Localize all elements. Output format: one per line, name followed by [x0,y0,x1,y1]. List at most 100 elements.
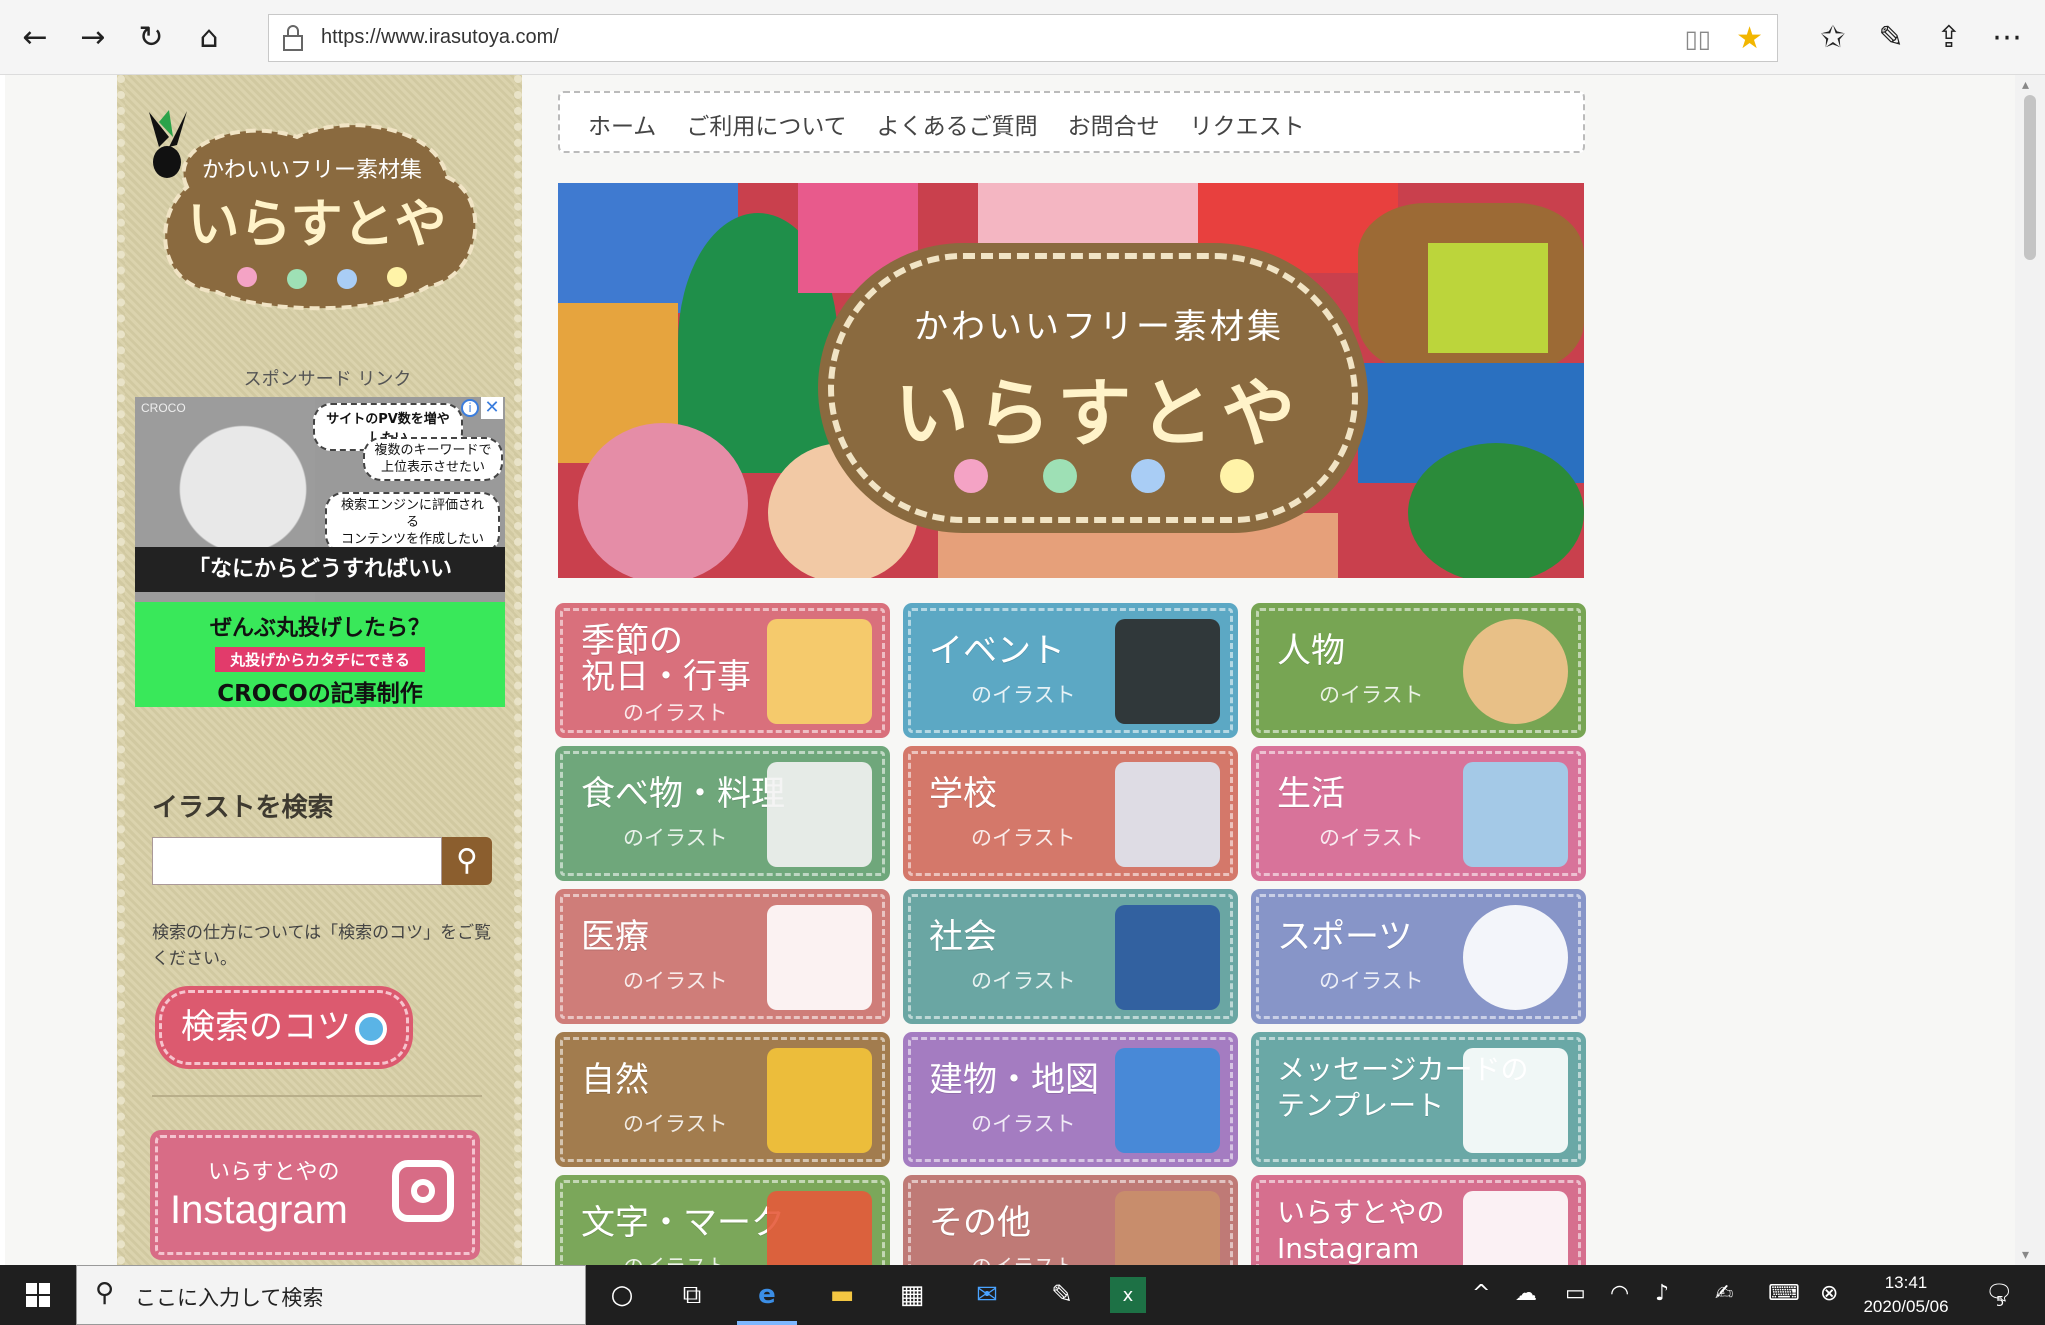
pen-icon[interactable]: ✎ [1866,12,1916,62]
system-clock[interactable]: 13:41 2020/05/06 [1856,1271,1956,1319]
favorites-icon[interactable]: ✩ [1808,12,1858,62]
site-logo[interactable]: かわいいフリー素材集 いらすとや [147,107,487,317]
category-tile[interactable]: スポーツ のイラスト [1256,894,1581,1019]
category-title: 学校 [929,774,997,814]
nav-link[interactable]: よくあるご質問 [877,107,1038,141]
paint-icon[interactable]: ✎ [1040,1273,1084,1317]
clock-date: 2020/05/06 [1863,1297,1949,1316]
category-title: 文字・マーク [581,1203,785,1243]
instagram-button[interactable]: いらすとやの Instagram [155,1135,475,1255]
url-text[interactable]: https://www.irasutoya.com/ [321,26,559,49]
ad-title: CROCOの記事制作 [217,681,423,707]
web-page: かわいいフリー素材集 いらすとや スポンサード リンク CROCO i ✕ サイ… [5,75,2015,1265]
category-tile[interactable]: 食べ物・料理 のイラスト [560,751,885,876]
category-illustration [1463,905,1568,1010]
taskbar-search-placeholder: ここに入力して検索 [135,1286,324,1310]
category-tile[interactable]: その他のイラスト [908,1180,1233,1265]
advertisement-banner[interactable]: CROCO i ✕ サイトのPV数を増やしたい 複数のキーワードで上位表示させた… [135,397,505,707]
forward-icon[interactable]: → [68,12,118,62]
share-icon[interactable]: ⇪ [1924,12,1974,62]
category-subtitle: のイラスト [1319,826,1424,850]
pen-workspace-icon[interactable]: ✍ [1715,1281,1733,1306]
excel-icon[interactable]: x [1110,1277,1146,1313]
category-tile[interactable]: 社会 のイラスト [908,894,1233,1019]
category-tile[interactable]: メッセージカードの テンプレート [1256,1037,1581,1162]
tray-chevron-icon[interactable]: ^ [1472,1281,1490,1306]
category-tile[interactable]: 季節の 祝日・行事 のイラスト [560,608,885,733]
battery-icon[interactable]: ▭ [1565,1281,1586,1306]
scroll-down-icon[interactable]: ▾ [2022,1247,2029,1263]
ime-off-icon[interactable]: ⊗ [1820,1281,1838,1306]
taskbar-search-box[interactable]: ⚲ ここに入力して検索 [76,1265,586,1325]
category-subtitle: のイラスト [623,701,728,725]
category-tile[interactable]: 建物・地図 のイラスト [908,1037,1233,1162]
wifi-icon[interactable]: ◠ [1610,1281,1629,1306]
category-tile[interactable]: 自然 のイラスト [560,1037,885,1162]
category-tile[interactable]: 医療 のイラスト [560,894,885,1019]
instagram-camera-icon [392,1160,454,1222]
windows-start-icon[interactable] [0,1265,76,1325]
ad-close-icon[interactable]: ✕ [481,397,503,419]
reading-view-icon[interactable]: ▯▯ [1685,25,1711,53]
notification-count: 5 [1996,1295,2005,1310]
hero-logo-cloud: かわいいフリー素材集 いらすとや [828,253,1358,523]
nav-link[interactable]: リクエスト [1190,107,1305,141]
mail-icon[interactable]: ✉ [965,1273,1009,1317]
store-icon[interactable]: ▦ [890,1273,934,1317]
volume-icon[interactable]: ♪ [1655,1281,1669,1306]
ad-tagline: ぜんぶ丸投げしたら？ [209,616,430,641]
search-tips-button[interactable]: 検索のコツ [159,990,409,1065]
category-tile[interactable]: 生活のイラスト [1256,751,1581,876]
instagram-small-text: いらすとやの [208,1160,340,1185]
keyboard-icon[interactable]: ⌨ [1768,1281,1800,1306]
category-title: 社会 [929,917,997,957]
home-icon[interactable]: ⌂ [184,12,234,62]
category-subtitle: のイラスト [1319,969,1424,993]
category-title: 生活 [1277,774,1345,814]
category-subtitle: のイラスト [623,1251,728,1265]
flower-icon [1042,459,1077,493]
file-explorer-icon[interactable]: ▬ [820,1273,864,1317]
more-icon[interactable]: ⋯ [1982,12,2032,62]
category-tile[interactable]: 学校 のイラスト [908,751,1233,876]
favorite-star-icon[interactable]: ★ [1736,21,1763,56]
ad-badge: 丸投げからカタチにできる [215,647,425,672]
nav-link[interactable]: ご利用について [686,107,846,141]
cortana-icon[interactable]: ○ [600,1273,644,1317]
ad-green-panel: ぜんぶ丸投げしたら？ 丸投げからカタチにできる CROCOの記事制作 [135,602,505,707]
ad-bubble-line: 複数のキーワードで [374,443,492,458]
nav-link[interactable]: お問合せ [1068,107,1160,141]
category-subtitle: のイラスト [1319,683,1424,707]
category-subtitle: のイラスト [971,683,1076,707]
ad-bubble-line: 検索エンジンに評価される [340,498,484,530]
category-illustration [767,762,872,867]
category-title: 医療 [581,917,649,957]
scroll-thumb[interactable] [2024,95,2036,260]
edge-icon[interactable]: e [745,1273,789,1317]
sponsored-link-label: スポンサード リンク [243,369,412,390]
category-title: 建物・地図 [929,1060,1099,1100]
category-tile[interactable]: イベント のイラスト [908,608,1233,733]
search-icon: ⚲ [456,843,478,878]
category-title: その他 [929,1203,1031,1243]
scroll-up-icon[interactable]: ▴ [2022,77,2029,93]
nav-link[interactable]: ホーム [588,107,656,141]
task-view-icon[interactable]: ⧉ [670,1273,714,1317]
search-icon: ⚲ [95,1278,115,1308]
back-icon[interactable]: ← [10,12,60,62]
flower-icon [954,459,988,493]
refresh-icon[interactable]: ↻ [126,12,176,62]
search-input[interactable] [152,837,442,885]
category-tile[interactable]: いらすとやの Instagram [1256,1180,1581,1265]
category-tile[interactable]: 文字・マークのイラスト [560,1180,885,1265]
ad-info-icon[interactable]: i [461,399,479,417]
page-scrollbar[interactable]: ▴ ▾ [2015,75,2045,1265]
category-illustration [767,1048,872,1153]
ad-headline: 「なにからどうすればいいの・・・？」 [135,547,505,627]
onedrive-icon[interactable]: ☁ [1515,1281,1537,1306]
hero-banner[interactable]: かわいいフリー素材集 いらすとや [558,183,1584,578]
address-bar[interactable]: https://www.irasutoya.com/ ▯▯ ★ [268,14,1778,62]
category-tile[interactable]: 人物 のイラスト [1256,608,1581,733]
search-button[interactable]: ⚲ [442,837,492,885]
hero-small-text: かわいいフリー素材集 [914,307,1284,347]
